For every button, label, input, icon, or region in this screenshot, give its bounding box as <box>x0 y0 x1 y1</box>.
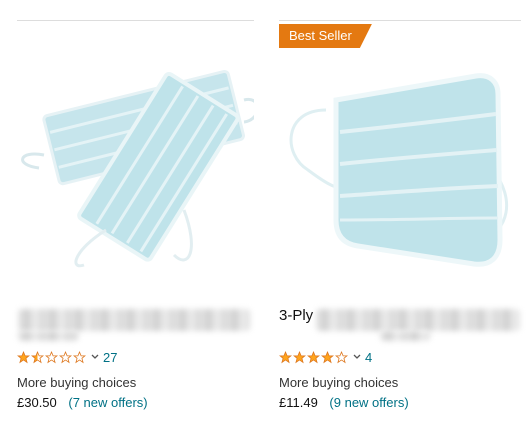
star-icon <box>321 350 334 363</box>
star-icon <box>31 350 44 363</box>
star-icon <box>73 350 86 363</box>
review-count-link-2[interactable]: 4 <box>365 350 372 365</box>
price-line-2: £11.49 (9 new offers) <box>279 395 409 410</box>
star-icon <box>279 350 292 363</box>
best-seller-badge: Best Seller <box>279 24 372 48</box>
star-rating-1 <box>17 350 86 364</box>
star-rating-2 <box>279 350 348 364</box>
review-count-link-1[interactable]: 27 <box>103 350 117 365</box>
price-1: £30.50 <box>17 395 57 410</box>
blurred-title-overlay-1b <box>18 331 78 341</box>
star-icon <box>307 350 320 363</box>
star-icon <box>335 350 348 363</box>
more-buying-choices-label-2: More buying choices <box>279 375 399 390</box>
price-2: £11.49 <box>279 395 318 410</box>
star-icon <box>293 350 306 363</box>
blurred-title-overlay-2b <box>380 331 430 341</box>
chevron-down-icon[interactable] <box>90 349 100 365</box>
chevron-down-icon[interactable] <box>352 349 362 365</box>
star-icon <box>17 350 30 363</box>
rating-row-2[interactable]: 4 <box>279 349 372 365</box>
more-buying-choices-label-1: More buying choices <box>17 375 137 390</box>
star-icon <box>59 350 72 363</box>
offers-link-2[interactable]: (9 new offers) <box>329 395 408 410</box>
rating-row-1[interactable]: 27 <box>17 349 117 365</box>
star-icon <box>45 350 58 363</box>
product-image-2[interactable] <box>278 70 518 280</box>
offers-link-1[interactable]: (7 new offers) <box>68 395 147 410</box>
price-line-1: £30.50 (7 new offers) <box>17 395 148 410</box>
product-image-1[interactable] <box>14 60 254 280</box>
blurred-title-overlay-1 <box>18 309 250 331</box>
blurred-title-overlay-2 <box>316 309 520 331</box>
